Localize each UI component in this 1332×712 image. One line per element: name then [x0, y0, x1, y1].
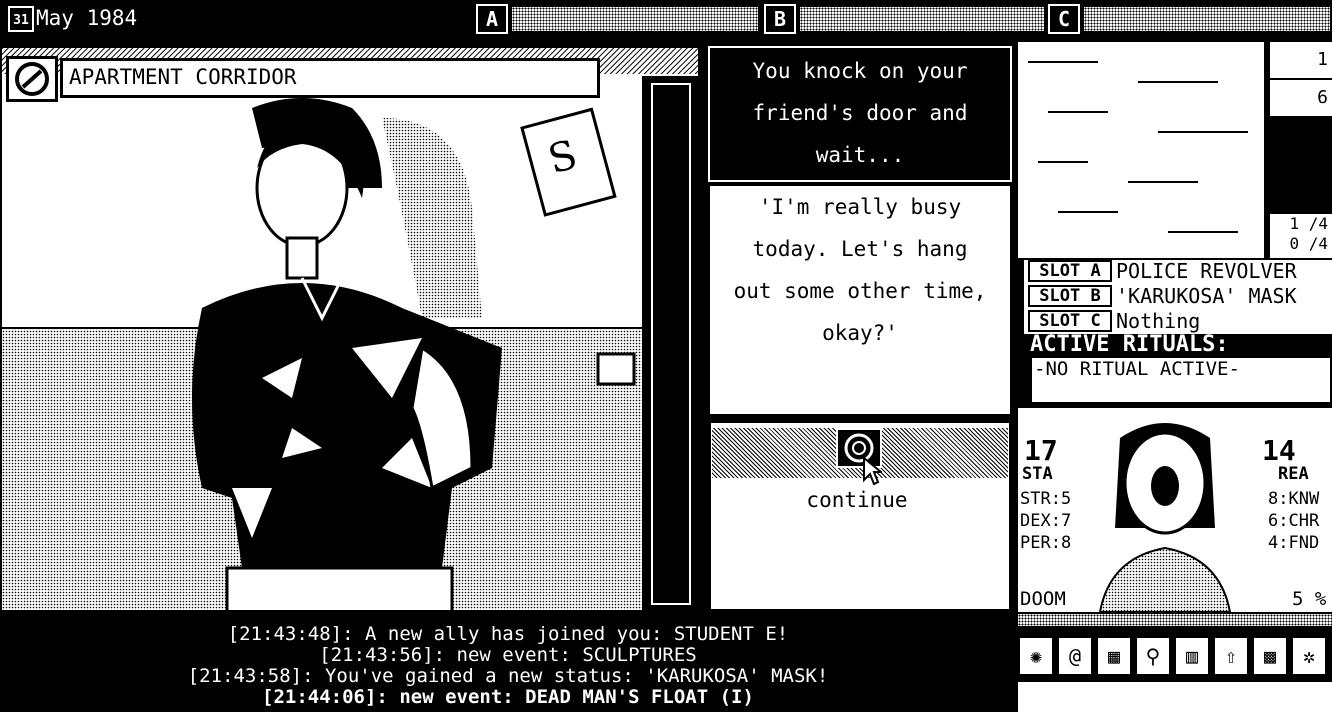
equip-row-c[interactable]: SLOT C Nothing [1024, 310, 1332, 334]
narration-line: wait... [815, 143, 905, 167]
location-icon-graphic [15, 62, 49, 96]
speech-line: 'I'm really busy [758, 195, 962, 219]
slot-b-key: B [764, 4, 796, 34]
spiral-icon[interactable]: @ [1057, 636, 1093, 676]
stairs-icon[interactable]: ⇧ [1213, 636, 1249, 676]
search-person-icon[interactable]: ⚲ [1135, 636, 1171, 676]
speech-box: 'I'm really busy today. Let's hang out s… [708, 184, 1012, 416]
building-icon[interactable]: ▥ [1174, 636, 1210, 676]
minimap-info: 1 6 1 /4 0 /4 [1268, 42, 1332, 258]
speech-line: today. Let's hang [752, 237, 968, 261]
slot-c-label: SLOT C [1028, 310, 1112, 332]
minimap-counter: 1 /4 [1289, 214, 1328, 233]
slot-b-fill [800, 7, 1044, 31]
footer-area [1018, 682, 1332, 712]
narration-box: You knock on your friend's door and wait… [708, 46, 1012, 182]
calendar-icon: 31 [8, 6, 34, 32]
equip-row-a[interactable]: SLOT A POLICE REVOLVER [1024, 260, 1332, 284]
character-portrait [1090, 408, 1240, 613]
minimap-thumb [1270, 118, 1332, 214]
grid-icon[interactable]: ▩ [1252, 636, 1288, 676]
attr-str: STR:5 [1020, 489, 1072, 509]
continue-button[interactable]: continue [712, 488, 1002, 512]
rituals-header: ACTIVE RITUALS: [1030, 334, 1332, 356]
speech-line: out some other time, [733, 279, 987, 303]
chart-icon[interactable]: ▦ [1096, 636, 1132, 676]
gear-icon[interactable]: ✺ [1018, 636, 1054, 676]
attr-chr: 6:CHR [1268, 511, 1320, 531]
log-entry-latest: [21:44:06]: new event: DEAD MAN'S FLOAT … [262, 686, 754, 708]
location-icon [6, 56, 58, 102]
location-title: APARTMENT CORRIDOR [60, 58, 600, 98]
cursor-icon [863, 456, 882, 486]
attr-knw: 8:KNW [1268, 489, 1320, 509]
slot-a-item: POLICE REVOLVER [1116, 259, 1297, 283]
portrait-graphic [1098, 423, 1232, 613]
log-entry: [21:43:56]: new event: SCULPTURES [319, 644, 697, 666]
equip-row-b[interactable]: SLOT B 'KARUKOSA' MASK [1024, 285, 1332, 309]
narration-line: friend's door and [752, 101, 968, 125]
slot-b-label: SLOT B [1028, 285, 1112, 307]
doom-bar [1018, 614, 1332, 626]
menu-toolbar: ✺ @ ▦ ⚲ ▥ ⇧ ▩ ✲ [1018, 636, 1332, 680]
slot-b-bar[interactable]: B [764, 4, 1044, 34]
attr-per: PER:8 [1020, 533, 1072, 553]
minimap-counter: 0 /4 [1289, 234, 1328, 253]
rituals-status: -NO RITUAL ACTIVE- [1030, 356, 1332, 404]
attr-fnd: 4:FND [1268, 533, 1320, 553]
town-map[interactable] [1018, 42, 1264, 258]
date-label: May 1984 [36, 6, 138, 30]
log-entry: [21:43:58]: You've gained a new status: … [187, 665, 829, 687]
settings-icon[interactable]: ✲ [1291, 636, 1327, 676]
minimap-value: 6 [1270, 80, 1332, 118]
slot-b-item: 'KARUKOSA' MASK [1116, 284, 1297, 308]
slot-a-fill [512, 7, 758, 31]
slot-a-bar[interactable]: A [476, 4, 758, 34]
slot-a-key: A [476, 4, 508, 34]
equipment-slots: SLOT A POLICE REVOLVER SLOT B 'KARUKOSA'… [1024, 260, 1332, 334]
slot-c-bar[interactable]: C [1048, 4, 1330, 34]
reason-value: 14 [1262, 434, 1296, 467]
reason-label: REA [1278, 464, 1309, 484]
slot-c-key: C [1048, 4, 1080, 34]
log-entry: [21:43:48]: A new ally has joined you: S… [227, 623, 789, 645]
scene-illustration: S [2, 48, 698, 610]
doom-value: 5 % [1292, 588, 1327, 610]
slot-a-label: SLOT A [1028, 260, 1112, 282]
stamina-value: 17 [1024, 434, 1058, 467]
stamina-label: STA [1022, 464, 1053, 484]
scene-view: S [0, 46, 700, 612]
attr-dex: DEX:7 [1020, 511, 1072, 531]
doom-label: DOOM [1020, 588, 1066, 610]
speech-line: okay?' [822, 321, 898, 345]
slot-c-item: Nothing [1116, 309, 1201, 333]
event-log: [21:43:48]: A new ally has joined you: S… [0, 614, 1016, 712]
slot-c-fill [1084, 7, 1330, 31]
map-graphic [1028, 61, 1248, 233]
minimap-value: 1 [1270, 42, 1332, 80]
narration-line: You knock on your [752, 59, 968, 83]
